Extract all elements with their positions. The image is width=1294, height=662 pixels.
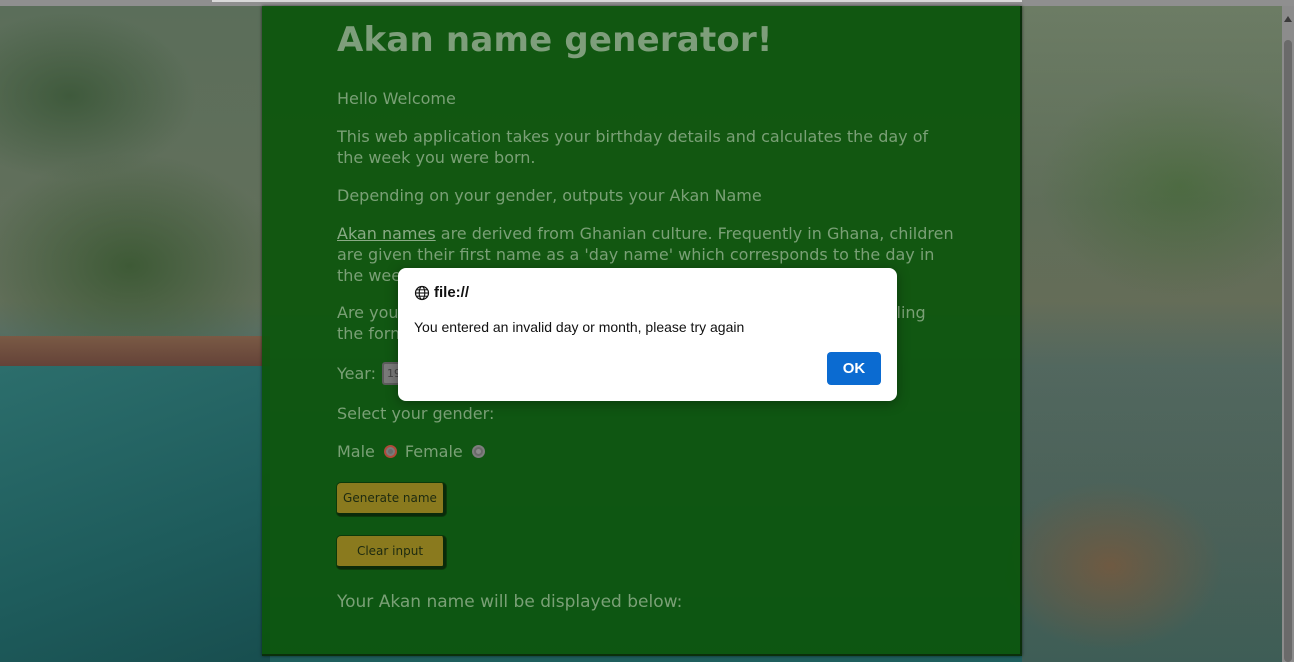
greeting-text: Hello Welcome — [337, 89, 456, 108]
generate-name-button[interactable]: Generate name — [337, 483, 446, 516]
gender-note-text: Depending on your gender, outputs your A… — [337, 186, 762, 205]
akan-names-link[interactable]: Akan names — [337, 224, 436, 243]
year-label: Year: — [337, 364, 376, 383]
prompt-end: ling — [896, 303, 926, 322]
top-field — [212, 0, 1022, 2]
page-scrollbar[interactable] — [1282, 6, 1294, 662]
dialog-origin-text: file:// — [434, 284, 470, 301]
clear-input-button[interactable]: Clear input — [337, 536, 446, 569]
female-radio[interactable] — [471, 445, 485, 458]
alert-dialog: file:// You entered an invalid day or mo… — [398, 268, 897, 401]
background-lake — [0, 366, 270, 662]
ok-button[interactable]: OK — [827, 352, 881, 385]
intro-text: This web application takes your birthday… — [337, 127, 929, 167]
page-title: Akan name generator! — [337, 20, 773, 60]
result-label: Your Akan name will be displayed below: — [337, 592, 683, 612]
background-right-land — [1022, 6, 1282, 662]
scroll-up-arrow-icon[interactable] — [1284, 16, 1292, 22]
prompt-start: Are you — [337, 303, 399, 322]
prompt-line2: the form — [337, 324, 406, 343]
gender-options: Male Female — [337, 442, 493, 461]
dialog-origin: file:// — [414, 284, 469, 301]
male-label: Male — [337, 442, 375, 461]
scrollbar-thumb[interactable] — [1284, 40, 1292, 662]
dialog-message: You entered an invalid day or month, ple… — [414, 319, 745, 335]
female-label: Female — [404, 442, 463, 461]
male-radio[interactable] — [383, 445, 397, 458]
gender-label: Select your gender: — [337, 404, 495, 423]
globe-icon — [414, 285, 430, 301]
